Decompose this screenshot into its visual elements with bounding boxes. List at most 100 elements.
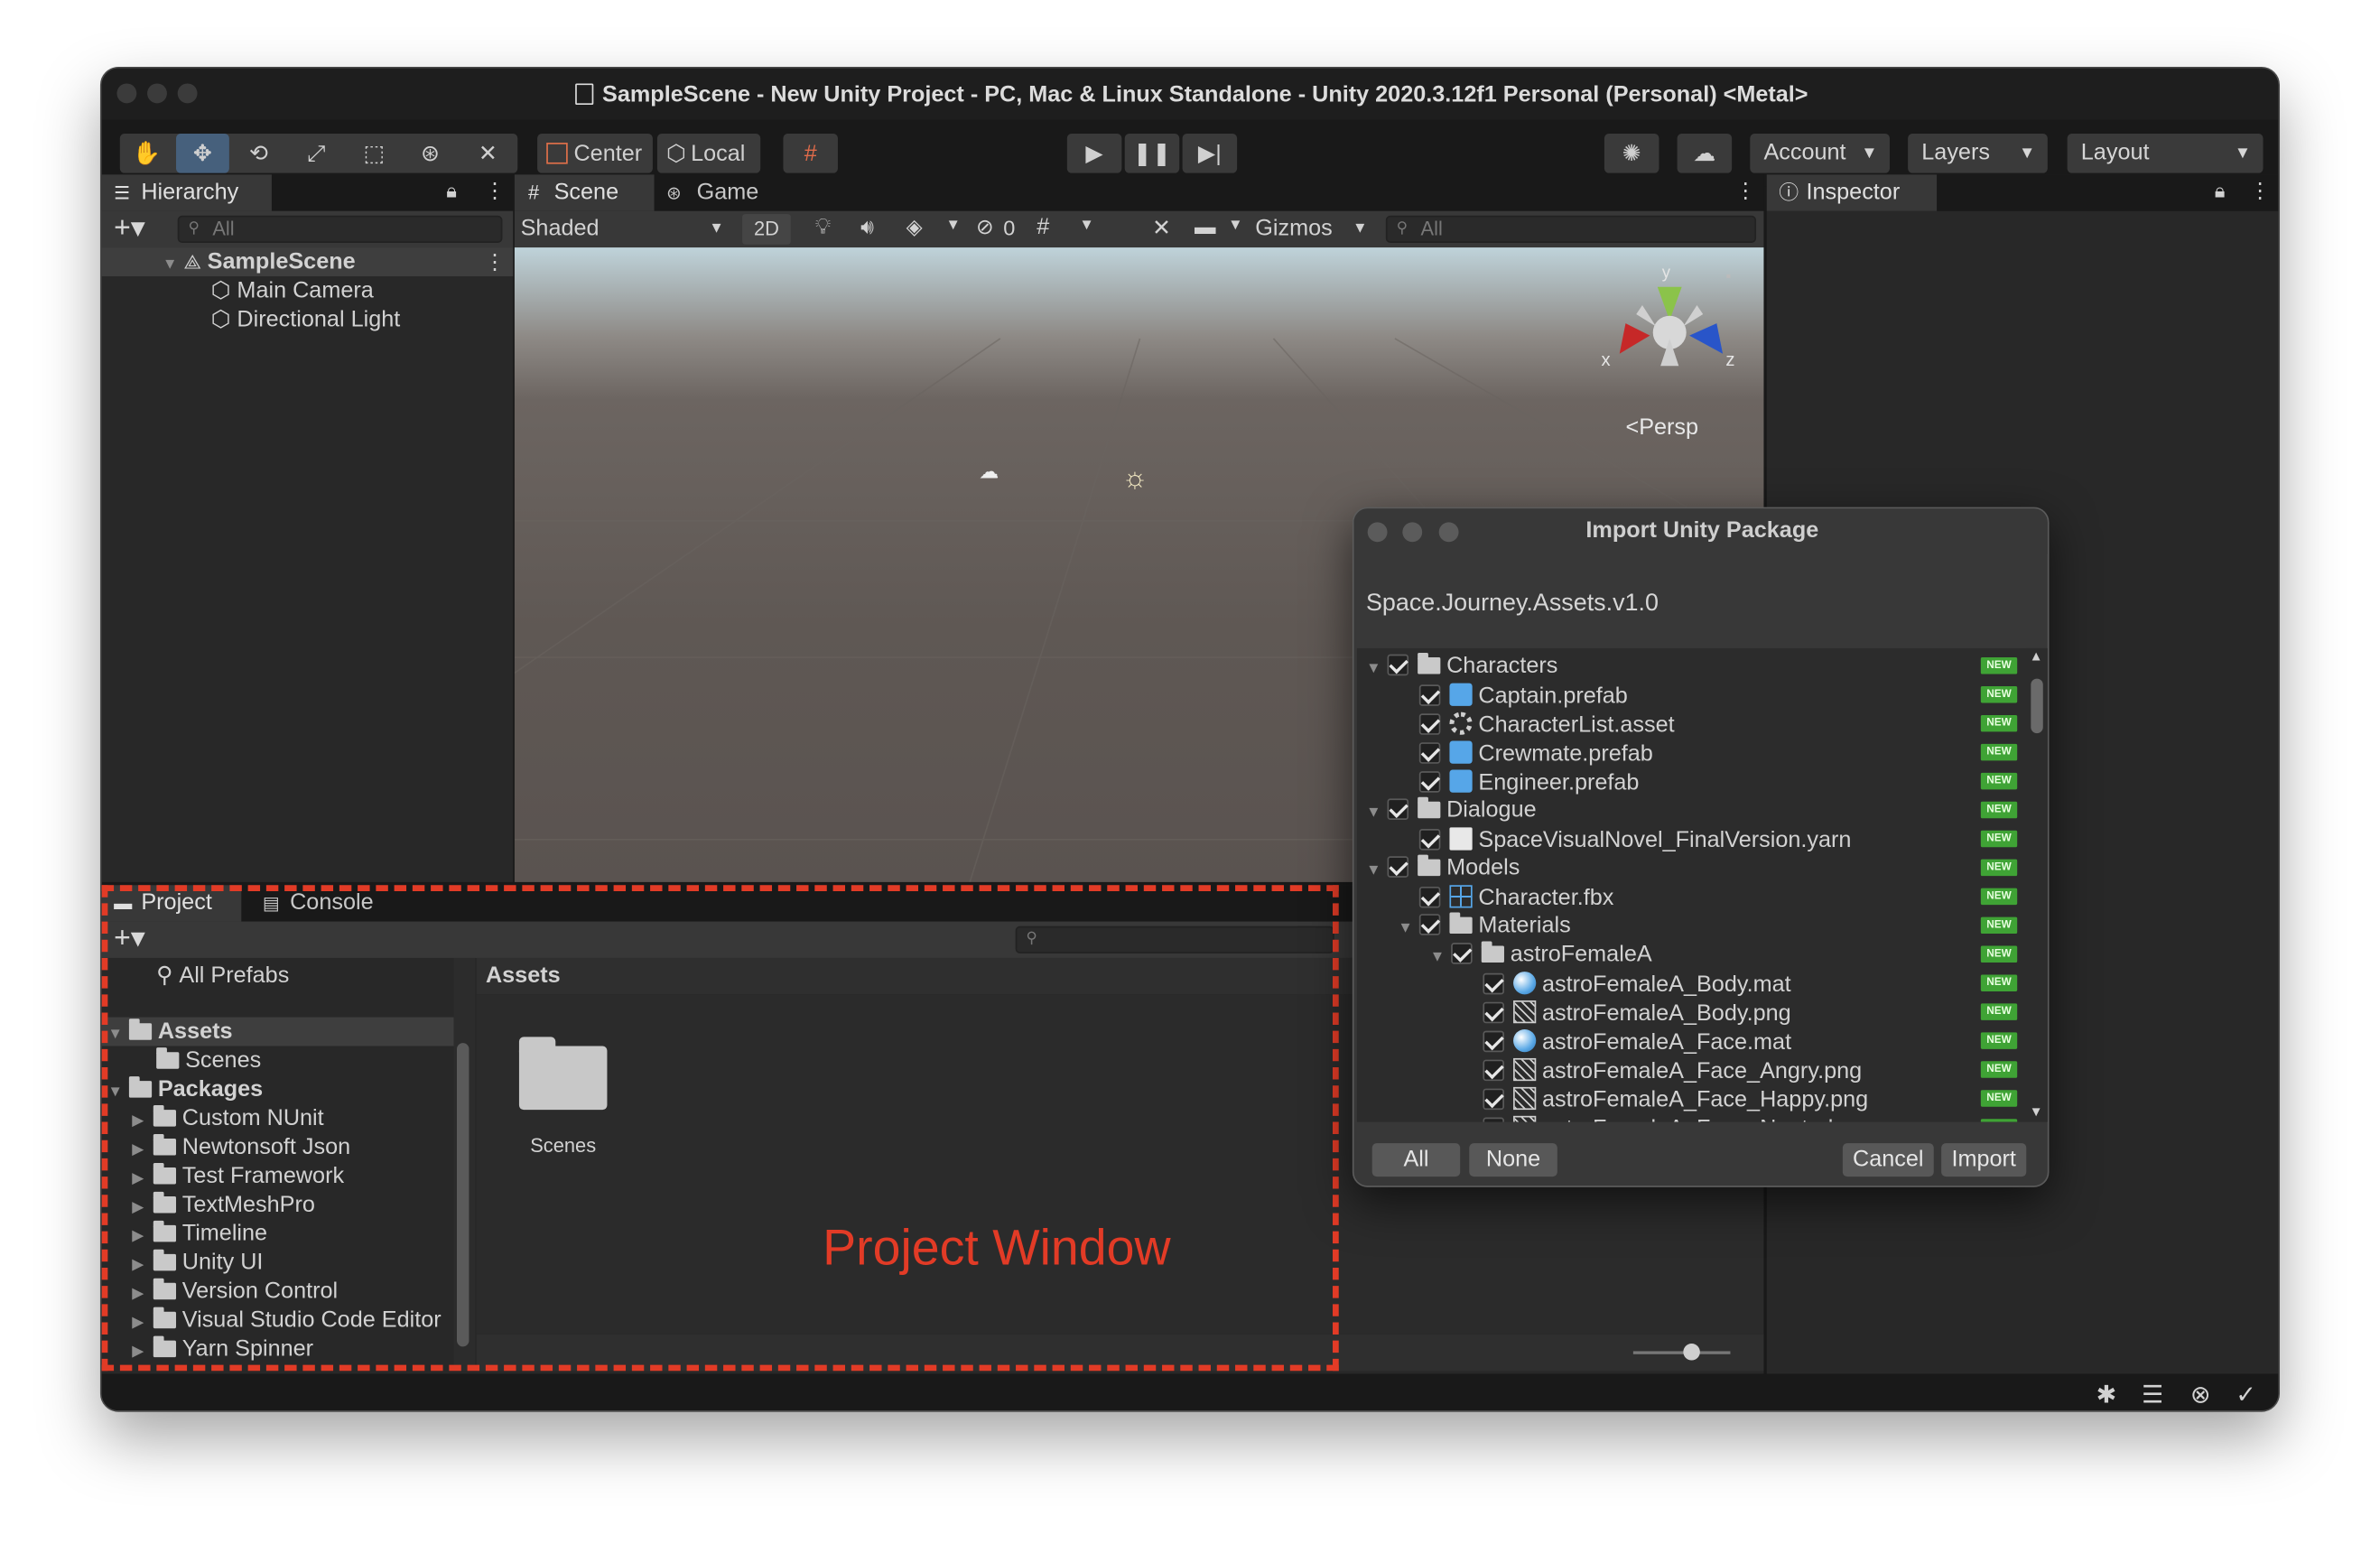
package-item-row[interactable]: Crewmate.prefab NEW [1357,738,2025,767]
expand-triangle-icon[interactable]: ▼ [163,250,184,279]
package-item-row[interactable]: astroFemaleA_Face_Neutral.png NEW [1357,1112,2025,1122]
play-button[interactable]: ▶ [1066,133,1122,173]
chevron-down-icon[interactable]: ▼ [1228,217,1243,233]
lighting-toggle-icon[interactable]: 💡︎ [815,214,832,240]
include-checkbox[interactable] [1483,1001,1504,1024]
include-checkbox[interactable] [1418,829,1441,851]
more-options-icon[interactable]: ⋮ [1734,178,1756,204]
camera-gizmo-icon[interactable]: ☁ [979,460,999,484]
cancel-button[interactable]: Cancel [1842,1143,1934,1177]
lock-icon[interactable]: 🔒︎ [446,179,457,203]
package-item-row[interactable]: Engineer.prefab NEW [1357,767,2025,795]
scrollbar-thumb[interactable] [2031,678,2043,734]
lock-icon[interactable]: ▪ [1725,269,1731,285]
include-checkbox[interactable] [1418,713,1441,735]
select-none-button[interactable]: None [1469,1143,1557,1177]
package-item-row[interactable]: astroFemaleA_Face.mat NEW [1357,1027,2025,1056]
expand-triangle-icon[interactable]: ▼ [1366,856,1388,885]
chevron-down-icon[interactable]: ▼ [945,217,961,233]
include-checkbox[interactable] [1418,684,1441,706]
import-button[interactable]: Import [1941,1143,2027,1177]
select-all-button[interactable]: All [1371,1143,1461,1177]
tab-scene[interactable]: # Scene [514,174,655,211]
expand-triangle-icon[interactable]: ▼ [1366,798,1388,827]
more-options-icon[interactable]: ⋮ [484,178,506,204]
package-item-row[interactable]: ▼ Models NEW [1357,853,2025,882]
package-item-row[interactable]: ▼ Characters NEW [1357,651,2025,680]
expand-triangle-icon[interactable]: ▼ [1398,914,1419,943]
include-checkbox[interactable] [1483,1088,1504,1111]
hierarchy-item[interactable]: ⬡ Main Camera [211,276,374,305]
slider-thumb[interactable] [1683,1344,1701,1361]
more-options-icon[interactable]: ⋮ [484,247,506,276]
package-item-row[interactable]: astroFemaleA_Body.png NEW [1357,998,2025,1027]
account-dropdown[interactable]: Account ▼ [1750,133,1890,173]
package-item-row[interactable]: Captain.prefab NEW [1357,680,2025,709]
include-checkbox[interactable] [1483,1117,1504,1122]
more-options-icon[interactable]: ⋮ [2249,178,2271,204]
debug-off-icon[interactable]: ✱ [2096,1380,2117,1410]
hierarchy-search-input[interactable]: ⚲ All [177,215,503,244]
hidden-objects-icon[interactable]: ⊘ [976,214,994,240]
scene-search-input[interactable]: ⚲ All [1385,215,1757,244]
include-checkbox[interactable] [1418,886,1441,908]
package-item-row[interactable]: SpaceVisualNovel_FinalVersion.yarn NEW [1357,824,2025,853]
expand-triangle-icon[interactable]: ▼ [1366,655,1388,684]
grid-snap-button[interactable]: # [783,133,838,173]
effects-toggle-icon[interactable]: ◈ [906,214,923,240]
include-checkbox[interactable] [1418,771,1441,793]
include-checkbox[interactable] [1483,972,1504,995]
checkmark-circle-icon[interactable]: ✓ [2236,1380,2256,1410]
package-list-scrollbar[interactable]: ▲ ▼ [2026,647,2048,1122]
layers-dropdown[interactable]: Layers ▼ [1908,133,2048,173]
chevron-down-icon[interactable]: ▼ [1079,217,1094,233]
tools-icon[interactable]: ✕ [1152,214,1171,242]
collab-button[interactable]: ✺ [1604,133,1659,173]
grid-toggle-icon[interactable]: # [1037,214,1049,240]
include-checkbox[interactable] [1418,914,1441,935]
space-toggle[interactable]: ⬡ Local [656,133,761,173]
perspective-toggle[interactable]: <Persp [1625,414,1698,441]
step-button[interactable]: ▶| [1182,133,1238,173]
transform-tool-icon[interactable]: ⊛ [404,134,457,173]
include-checkbox[interactable] [1387,798,1409,820]
package-item-row[interactable]: ▼ Dialogue NEW [1357,795,2025,824]
include-checkbox[interactable] [1451,943,1473,964]
camera-icon[interactable]: ▬ [1195,214,1216,238]
include-checkbox[interactable] [1483,1030,1504,1053]
scale-tool-icon[interactable]: ⤢ [290,134,343,173]
include-checkbox[interactable] [1418,742,1441,764]
move-tool-icon[interactable]: ✥ [176,133,229,173]
tab-inspector[interactable]: ⓘ Inspector [1766,174,1938,211]
hand-tool-icon[interactable]: ✋ [120,134,173,173]
package-item-row[interactable]: astroFemaleA_Face_Angry.png NEW [1357,1056,2025,1084]
custom-tool-icon[interactable]: ✕ [461,134,515,173]
scroll-down-icon[interactable]: ▼ [2030,1103,2043,1119]
shading-mode-dropdown[interactable]: Shaded ▼ [521,214,733,245]
lock-icon[interactable]: 🔒︎ [2215,179,2226,203]
rotate-tool-icon[interactable]: ⟲ [232,134,285,173]
tab-hierarchy[interactable]: ☰ Hierarchy [101,174,272,211]
light-gizmo-icon[interactable]: ☼ [1121,463,1148,497]
package-item-row[interactable]: ▼ Materials NEW [1357,911,2025,940]
package-item-row[interactable]: CharacterList.asset NEW [1357,709,2025,738]
gizmos-dropdown[interactable]: Gizmos ▼ [1255,214,1371,245]
audio-toggle-icon[interactable]: 🔊︎ [860,214,874,240]
orientation-gizmo[interactable]: y x z [1595,256,1747,396]
include-checkbox[interactable] [1387,856,1409,878]
auto-generate-off-icon[interactable]: ⊗ [2190,1380,2211,1410]
pause-button[interactable]: ❚❚ [1124,133,1180,173]
create-plus-icon[interactable]: +▾ [114,211,145,246]
icon-size-slider[interactable] [1632,1351,1731,1354]
2d-toggle[interactable]: 2D [742,214,791,245]
package-item-row[interactable]: Character.fbx NEW [1357,882,2025,911]
include-checkbox[interactable] [1387,654,1409,676]
package-item-row[interactable]: ▼ astroFemaleA NEW [1357,940,2025,969]
hierarchy-item[interactable]: ⬡ Directional Light [211,305,401,334]
package-item-row[interactable]: astroFemaleA_Face_Happy.png NEW [1357,1084,2025,1112]
scene-row[interactable]: ▼ ⟁ SampleScene ⋮ [101,247,514,279]
package-item-row[interactable]: astroFemaleA_Body.mat NEW [1357,969,2025,998]
pivot-toggle[interactable]: Center [537,133,653,173]
progress-stack-icon[interactable]: ☰ [2142,1380,2163,1410]
cloud-button[interactable]: ☁ [1677,133,1733,173]
